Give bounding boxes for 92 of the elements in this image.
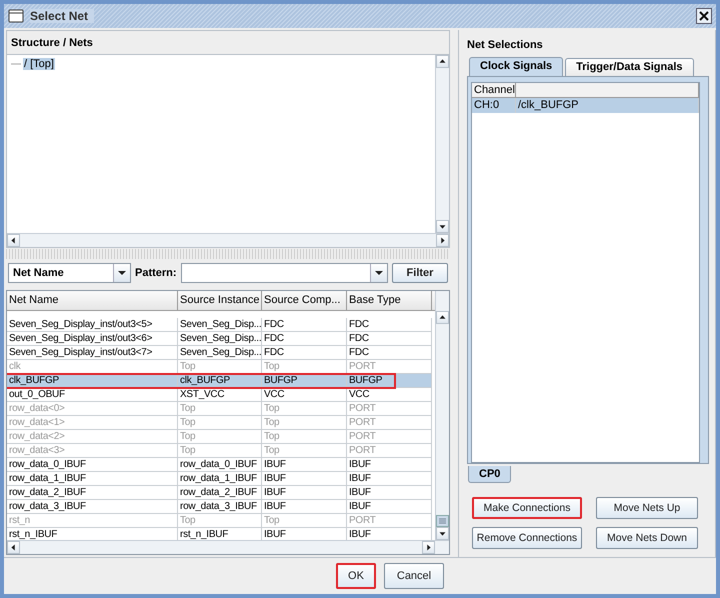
table-cell: XST_VCC xyxy=(178,388,262,402)
action-button[interactable]: Make Connections xyxy=(472,497,582,519)
table-cell: Seven_Seg_Display_inst/out3<7> xyxy=(7,346,178,360)
table-cell: Top xyxy=(262,430,347,444)
column-header[interactable]: Source Comp... xyxy=(262,291,347,310)
table-cell: IBUF xyxy=(347,486,432,500)
table-cell: FDC xyxy=(262,346,347,360)
field-dropdown[interactable]: Net Name xyxy=(8,263,131,283)
pattern-label: Pattern: xyxy=(135,267,177,279)
table-cell: row_data_1_IBUF xyxy=(7,472,178,486)
table-cell: PORT xyxy=(347,402,432,416)
table-cell: row_data_2_IBUF xyxy=(7,486,178,500)
table-cell: row_data<3> xyxy=(7,444,178,458)
table-cell: Top xyxy=(178,514,262,528)
table-cell: VCC xyxy=(347,388,432,402)
tab[interactable]: Trigger/Data Signals xyxy=(565,58,694,76)
tree-line-icon xyxy=(11,62,21,66)
window-icon xyxy=(8,9,24,23)
table-cell: row_data_3_IBUF xyxy=(178,500,262,514)
table-cell: IBUF xyxy=(262,486,347,500)
table-cell: out_0_OBUF xyxy=(7,388,178,402)
table-cell: Top xyxy=(178,416,262,430)
table-cell: FDC xyxy=(347,346,432,360)
table-cell: Top xyxy=(262,402,347,416)
table-cell: Top xyxy=(178,402,262,416)
scroll-right-icon[interactable] xyxy=(436,234,449,247)
table-cell: IBUF xyxy=(347,458,432,472)
table-cell: FDC xyxy=(262,318,347,332)
table-cell: row_data_2_IBUF xyxy=(178,486,262,500)
table-cell: PORT xyxy=(347,416,432,430)
table-cell: row_data_0_IBUF xyxy=(7,458,178,472)
table-cell: clk xyxy=(7,360,178,374)
table-cell: row_data<1> xyxy=(7,416,178,430)
action-button[interactable]: Move Nets Down xyxy=(596,527,698,549)
column-header[interactable]: Source Instance xyxy=(178,291,262,310)
action-button[interactable]: Remove Connections xyxy=(472,527,582,549)
table-cell: PORT xyxy=(347,444,432,458)
action-button[interactable]: Move Nets Up xyxy=(596,497,698,519)
table-cell: IBUF xyxy=(262,500,347,514)
table-cell: Seven_Seg_Disp... xyxy=(178,332,262,346)
panel-title: Net Selections xyxy=(467,38,544,53)
table-cell: BUFGP xyxy=(347,374,432,388)
scroll-thumb-icon[interactable] xyxy=(436,515,449,527)
table-cell: PORT xyxy=(347,430,432,444)
close-icon[interactable] xyxy=(696,8,712,24)
table-cell: Seven_Seg_Display_inst/out3<5> xyxy=(7,318,178,332)
table-cell: Top xyxy=(262,514,347,528)
table-cell: Seven_Seg_Disp... xyxy=(178,318,262,332)
table-cell: Seven_Seg_Display_inst/out3<6> xyxy=(7,332,178,346)
scroll-up-icon[interactable] xyxy=(436,311,449,324)
window-title: Select Net xyxy=(30,9,94,23)
table-cell: row_data_1_IBUF xyxy=(178,472,262,486)
filter-button[interactable]: Filter xyxy=(392,263,448,283)
table-cell: FDC xyxy=(347,332,432,346)
splitter-handle[interactable] xyxy=(6,249,450,259)
table-cell: Top xyxy=(262,444,347,458)
scroll-left-icon[interactable] xyxy=(7,234,20,247)
table-cell: /clk_BUFGP xyxy=(516,98,699,113)
table-cell: row_data_0_IBUF xyxy=(178,458,262,472)
table-cell: row_data_3_IBUF xyxy=(7,500,178,514)
column-header[interactable]: Net Name xyxy=(7,291,178,310)
scroll-up-icon[interactable] xyxy=(436,55,449,68)
tree-item[interactable]: / [Top] xyxy=(23,58,55,70)
scroll-right-icon[interactable] xyxy=(422,541,435,554)
column-header[interactable]: Channel xyxy=(472,83,516,98)
tab[interactable]: Clock Signals xyxy=(469,57,564,76)
table-cell: Top xyxy=(178,444,262,458)
table-cell: VCC xyxy=(262,388,347,402)
table-cell: PORT xyxy=(347,514,432,528)
table-cell: row_data<0> xyxy=(7,402,178,416)
pattern-field[interactable] xyxy=(180,263,388,283)
scroll-down-icon[interactable] xyxy=(436,527,449,540)
ok-button[interactable]: OK xyxy=(336,563,376,589)
table-cell: rst_n xyxy=(7,514,178,528)
table-cell: Top xyxy=(262,360,347,374)
table-cell: FDC xyxy=(262,332,347,346)
table-cell: CH:0 xyxy=(472,98,516,113)
table-cell: Top xyxy=(262,416,347,430)
table-cell: Seven_Seg_Disp... xyxy=(178,346,262,360)
table-cell: IBUF xyxy=(347,500,432,514)
table-cell: IBUF xyxy=(347,472,432,486)
table-cell: IBUF xyxy=(262,472,347,486)
scroll-down-icon[interactable] xyxy=(436,220,449,233)
table-cell: row_data<2> xyxy=(7,430,178,444)
tab[interactable]: CP0 xyxy=(468,466,512,483)
cancel-button[interactable]: Cancel xyxy=(384,563,444,589)
table-cell: Top xyxy=(178,430,262,444)
table-cell: IBUF xyxy=(262,458,347,472)
table-cell: FDC xyxy=(347,318,432,332)
scroll-left-icon[interactable] xyxy=(7,541,20,554)
column-header[interactable]: Base Type xyxy=(347,291,432,310)
table-cell: Top xyxy=(178,360,262,374)
